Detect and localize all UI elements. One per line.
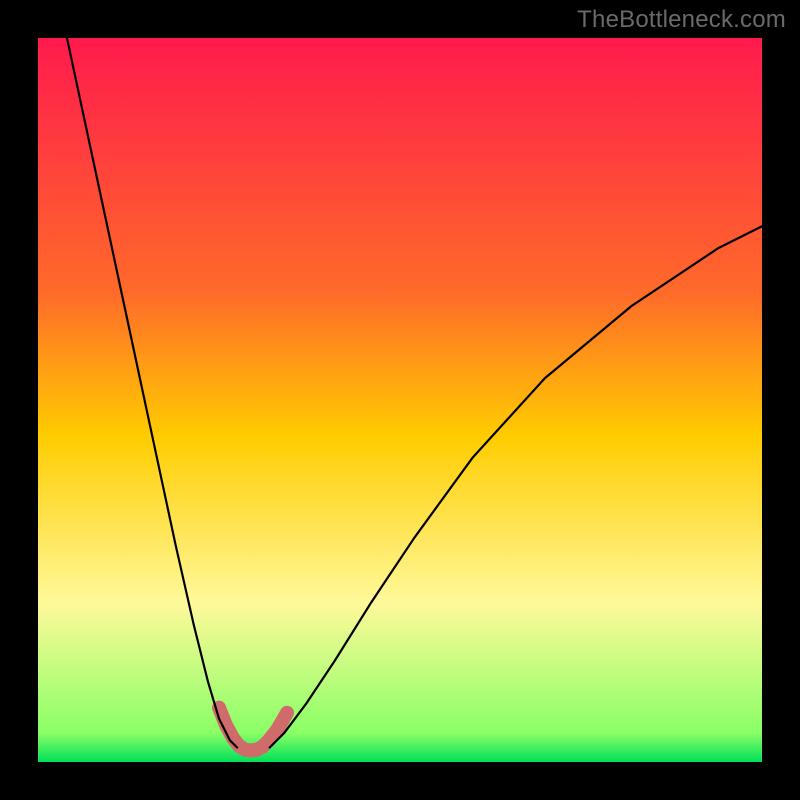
chart-frame: TheBottleneck.com <box>0 0 800 800</box>
gradient-background <box>38 38 762 762</box>
plot-area <box>38 38 762 762</box>
watermark-text: TheBottleneck.com <box>577 6 786 34</box>
chart-svg <box>38 38 762 762</box>
